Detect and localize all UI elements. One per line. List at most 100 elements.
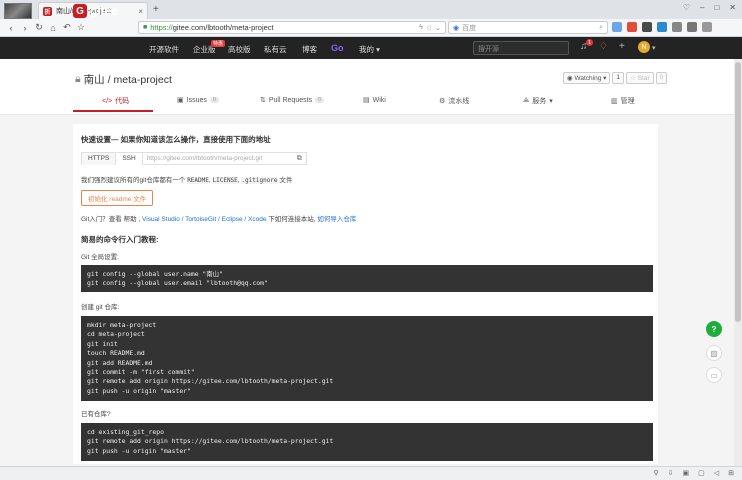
- nav-education[interactable]: 高校版: [228, 44, 251, 55]
- watch-star-group: ◉ Watching ▾ 1 ☆ Star 0: [563, 72, 668, 84]
- download-status-icon[interactable]: ⇩: [668, 469, 674, 477]
- existing-repo-code[interactable]: cd existing_git_repo git remote add orig…: [81, 423, 653, 461]
- git-intro-text: Git入门？查看 帮助 , Visual Studio / TortoiseGi…: [81, 216, 357, 223]
- secure-lock-icon: ■: [143, 24, 148, 31]
- star-count[interactable]: 0: [655, 72, 668, 84]
- owner-link[interactable]: 南山: [84, 72, 105, 87]
- gitee-logo-text: gitee: [90, 4, 119, 18]
- search-icon[interactable]: ⌕: [599, 24, 603, 32]
- project-title: 🔒︎ 南山 / meta-project: [75, 72, 172, 87]
- existing-repo-label: 已有仓库?: [81, 411, 111, 418]
- license-filename: LICENSE: [212, 177, 238, 184]
- maximize-icon[interactable]: □: [714, 3, 719, 12]
- browser-status-bar: ⚲ ⇩ ▣ ▢ ◁ ⊞: [0, 466, 742, 480]
- gitee-logo-icon: G: [73, 4, 87, 18]
- watch-count[interactable]: 1: [612, 72, 625, 84]
- manage-icon: ▥: [611, 98, 618, 105]
- pull-request-icon: ⇅: [260, 97, 266, 104]
- plus-icon[interactable]: +: [619, 41, 625, 52]
- image-feedback-icon[interactable]: ▨: [706, 345, 722, 361]
- back-icon[interactable]: ‹: [4, 23, 18, 33]
- minimize-icon[interactable]: –: [700, 3, 704, 12]
- bookmark-star-icon[interactable]: ☆: [74, 22, 88, 33]
- nav-go[interactable]: Go: [331, 43, 344, 53]
- nav-private-cloud[interactable]: 私有云: [264, 44, 287, 55]
- init-readme-button[interactable]: 初始化 readme 文件: [81, 190, 154, 206]
- scrollbar-thumb[interactable]: [735, 62, 741, 322]
- baidu-icon: ◉: [453, 24, 460, 32]
- browser-toolbar: ‹ › ↻ ⌂ ↶ ☆ ■ https://gitee.com/lbtooth/…: [0, 19, 742, 37]
- window-icon[interactable]: ▢: [698, 469, 705, 477]
- help-button[interactable]: ?: [706, 321, 722, 337]
- readme-filename: README: [187, 177, 209, 184]
- nav-mine[interactable]: 我的 ▾: [359, 44, 380, 55]
- download-icon[interactable]: [687, 22, 697, 32]
- undo-icon[interactable]: ↶: [60, 22, 74, 33]
- screenshot-icon[interactable]: ▣: [682, 469, 689, 477]
- import-repo-link[interactable]: 如何导入仓库: [317, 216, 356, 223]
- lightning-icon[interactable]: ϟ: [419, 24, 423, 31]
- refresh-icon[interactable]: ↻: [32, 22, 46, 33]
- zoom-icon[interactable]: ⊞: [728, 469, 734, 477]
- tab-services[interactable]: ⟁ 服务 ▾: [523, 96, 553, 106]
- create-repo-code[interactable]: mkdir meta-project cd meta-project git i…: [81, 316, 653, 401]
- https-button[interactable]: HTTPS: [82, 152, 117, 165]
- close-window-icon[interactable]: ✕: [729, 3, 736, 12]
- home-icon[interactable]: ⌂: [46, 23, 60, 33]
- favorite-window-icon[interactable]: ♡: [683, 3, 690, 12]
- grid-extension-icon[interactable]: [612, 22, 622, 32]
- gitignore-filename: .gitignore: [241, 177, 278, 184]
- ide-links[interactable]: Visual Studio / TortoiseGit / Eclipse / …: [142, 216, 266, 223]
- tab-issues[interactable]: ▣ Issues 0: [177, 96, 219, 104]
- star-button[interactable]: ☆ Star: [626, 72, 654, 84]
- tutorial-heading: 简易的命令行入门教程:: [81, 235, 159, 244]
- user-extension-icon[interactable]: [657, 22, 667, 32]
- forward-icon[interactable]: ›: [18, 23, 32, 33]
- notification-count-badge: 1: [586, 39, 593, 46]
- quick-setup-panel: 快速设置— 如果你知道该怎么操作，直接使用下面的地址 HTTPS SSH htt…: [73, 124, 658, 464]
- recommend-text: 我们强烈建议所有的git仓库都有一个 README, LICENSE, .git…: [81, 177, 293, 184]
- close-tab-icon[interactable]: ×: [138, 7, 143, 16]
- lock-icon: 🔒︎: [75, 73, 81, 85]
- browser-search-box[interactable]: ◉ 百度 ⌕: [448, 21, 608, 34]
- gitee-search-input[interactable]: 搜开源: [473, 41, 569, 55]
- dropdown-chevron-icon[interactable]: ⌄: [435, 24, 441, 32]
- avatar-dropdown-icon[interactable]: ▾: [652, 44, 656, 52]
- project-header: 🔒︎ 南山 / meta-project ◉ Watching ▾ 1 ☆ St…: [0, 59, 742, 115]
- tab-thumbnail[interactable]: [4, 3, 32, 19]
- pipeline-icon: ⚙: [439, 98, 446, 105]
- nav-blog[interactable]: 博客: [302, 44, 317, 55]
- quick-setup-heading: 快速设置— 如果你知道该怎么操作，直接使用下面的地址: [81, 135, 271, 144]
- repo-name-link[interactable]: meta-project: [114, 74, 172, 86]
- hot-badge: 特惠: [211, 40, 226, 47]
- screen-extension-icon[interactable]: [642, 22, 652, 32]
- address-bar[interactable]: ■ https://gitee.com/lbtooth/meta-project…: [138, 21, 446, 34]
- scissors-icon[interactable]: [672, 22, 682, 32]
- avatar[interactable]: N: [638, 41, 650, 53]
- star-icon[interactable]: ☆: [426, 24, 432, 32]
- copy-icon[interactable]: ⧉: [293, 155, 306, 163]
- message-icon[interactable]: ▭: [706, 367, 722, 383]
- tab-wiki[interactable]: ▤ Wiki: [363, 96, 386, 105]
- gitee-logo[interactable]: G gitee: [73, 4, 118, 18]
- watch-button[interactable]: ◉ Watching ▾: [563, 72, 611, 84]
- tab-manage[interactable]: ▥ 管理: [611, 96, 635, 106]
- create-repo-label: 创建 git 仓库:: [81, 304, 120, 311]
- window-controls: ♡ – □ ✕: [683, 3, 736, 12]
- tab-pipeline[interactable]: ⚙ 流水线: [439, 96, 469, 106]
- tab-code[interactable]: </> 代码: [102, 96, 129, 106]
- adblock-extension-icon[interactable]: [627, 22, 637, 32]
- sound-icon[interactable]: ◁: [714, 469, 719, 477]
- global-settings-code[interactable]: git config --global user.name "南山" git c…: [81, 265, 653, 292]
- menu-icon[interactable]: [702, 22, 712, 32]
- pin-icon[interactable]: ⚲: [653, 469, 658, 477]
- nav-open-source[interactable]: 开源软件: [149, 44, 179, 55]
- title-separator: /: [107, 73, 111, 86]
- repo-url-field[interactable]: https://gitee.com/lbtooth/meta-project.g…: [143, 155, 293, 162]
- tab-pull-requests[interactable]: ⇅ Pull Requests 0: [260, 96, 325, 104]
- browser-search-placeholder: 百度: [462, 24, 477, 32]
- new-tab-button[interactable]: +: [153, 4, 159, 15]
- ssh-button[interactable]: SSH: [116, 152, 143, 165]
- address-text[interactable]: https://gitee.com/lbtooth/meta-project: [150, 23, 416, 32]
- lightbulb-icon[interactable]: ♢: [599, 41, 608, 52]
